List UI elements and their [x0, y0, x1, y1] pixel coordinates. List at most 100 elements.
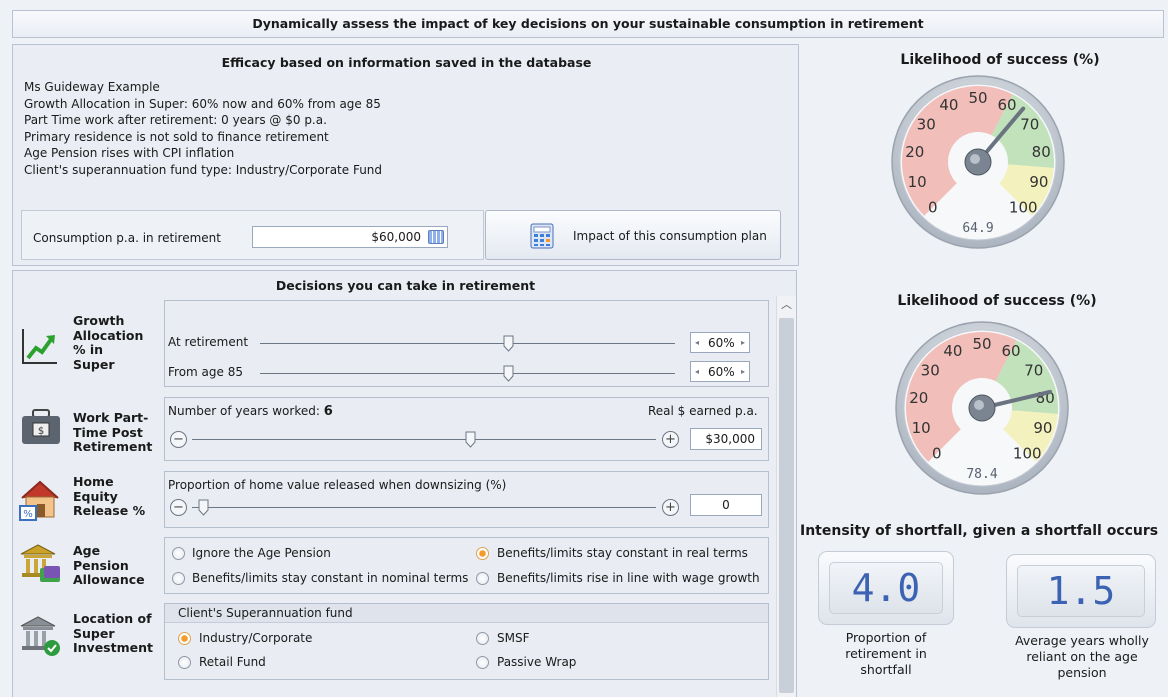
gauge-hub-shine — [970, 154, 980, 164]
shortfall-proportion-value: 4.0 — [829, 562, 943, 614]
consumption-value: $60,000 — [371, 230, 421, 244]
calculator-icon[interactable] — [428, 230, 444, 244]
location-wrap-radio[interactable] — [476, 656, 489, 669]
home-slider[interactable] — [198, 499, 209, 516]
location-smsf-label[interactable]: SMSF — [497, 631, 530, 645]
info-line: Client's superannuation fund type: Indus… — [24, 162, 383, 177]
from85-label: From age 85 — [168, 365, 243, 379]
gauge-tick-label: 40 — [943, 342, 962, 360]
plus-icon[interactable]: + — [662, 499, 679, 516]
info-line: Part Time work after retirement: 0 years… — [24, 113, 327, 127]
minus-icon[interactable]: − — [170, 499, 187, 516]
spin-right-icon[interactable]: ▸ — [737, 362, 749, 381]
impact-button-label: Impact of this consumption plan — [573, 229, 767, 243]
spin-left-icon[interactable]: ◂ — [691, 333, 703, 352]
gauge-tick-label: 10 — [912, 419, 931, 437]
home-value-input[interactable]: 0 — [690, 494, 762, 516]
gauge-tick-label: 60 — [1002, 342, 1021, 360]
decisions-title: Decisions you can take in retirement — [275, 278, 536, 293]
work-slider[interactable] — [465, 431, 476, 448]
gauge-tick-label: 60 — [998, 96, 1017, 114]
gauge-tick-label: 100 — [1013, 444, 1042, 462]
impact-button[interactable]: Impact of this consumption plan — [485, 210, 781, 260]
info-line: Growth Allocation in Super: 60% now and … — [24, 96, 381, 111]
shortfall-years-caption: Average years wholly reliant on the age … — [1015, 633, 1149, 680]
info-line: Ms Guideway Example — [24, 80, 160, 94]
location-group-label: Client's Superannuation fund — [178, 606, 353, 620]
decisions-scrollbar[interactable]: ︿ — [776, 296, 796, 697]
pension-wage-label[interactable]: Benefits/limits rise in line with wage g… — [497, 571, 760, 585]
pension-real-radio[interactable] — [476, 547, 489, 560]
scroll-thumb[interactable] — [779, 318, 794, 693]
pension-ignore-label[interactable]: Ignore the Age Pension — [192, 546, 331, 560]
home-track — [192, 507, 656, 508]
pension-real-label[interactable]: Benefits/limits stay constant in real te… — [497, 546, 748, 560]
from85-spinner[interactable]: ◂ 60% ▸ — [690, 361, 750, 382]
pension-wage-radio[interactable] — [476, 572, 489, 585]
svg-text:$: $ — [38, 426, 44, 437]
svg-text:%: % — [23, 509, 33, 520]
pension-label: Age Pension Allowance — [73, 543, 145, 587]
pension-nominal-label[interactable]: Benefits/limits stay constant in nominal… — [192, 571, 468, 585]
location-retail-radio[interactable] — [178, 656, 191, 669]
pension-building-icon — [20, 544, 60, 582]
growth-label: Growth Allocation% in Super — [73, 313, 144, 372]
bank-check-icon — [20, 616, 60, 656]
location-retail-label[interactable]: Retail Fund — [199, 655, 266, 669]
location-industry-radio[interactable] — [178, 632, 191, 645]
gauge1-title: Likelihood of success (%) — [900, 52, 1100, 68]
gauge-tick-label: 70 — [1020, 115, 1039, 133]
at-retirement-spinner[interactable]: ◂ 60% ▸ — [690, 332, 750, 353]
gauge-tick-label: 100 — [1009, 198, 1038, 216]
earned-input[interactable]: $30,000 — [690, 428, 762, 450]
at-retirement-slider[interactable] — [503, 335, 514, 352]
pension-nominal-radio[interactable] — [172, 572, 185, 585]
gauge-tick-label: 50 — [972, 335, 991, 353]
gauge-readout: 64.9 — [962, 221, 993, 236]
plus-icon[interactable]: + — [662, 431, 679, 448]
shortfall-years-display: 1.5 — [1006, 554, 1156, 628]
shortfall-proportion-caption: Proportion of retirement in shortfall — [845, 630, 927, 677]
shortfall-proportion-display: 4.0 — [818, 551, 954, 625]
spin-right-icon[interactable]: ▸ — [737, 333, 749, 352]
years-worked-text: Number of years worked: — [168, 404, 320, 418]
consumption-label: Consumption p.a. in retirement — [33, 231, 221, 245]
gauge-tick-label: 30 — [917, 115, 936, 133]
at-retirement-value: 60% — [708, 336, 735, 350]
scroll-up-icon[interactable]: ︿ — [781, 296, 792, 312]
gauge-tick-label: 10 — [908, 173, 927, 191]
gauge-tick-label: 0 — [928, 198, 938, 216]
location-wrap-label[interactable]: Passive Wrap — [497, 655, 576, 669]
shortfall-title: Intensity of shortfall, given a shortfal… — [800, 523, 1159, 539]
house-icon: % — [19, 480, 59, 521]
consumption-input[interactable]: $60,000 — [252, 226, 448, 248]
efficacy-panel: Efficacy based on information saved in t… — [12, 44, 799, 266]
pension-ignore-radio[interactable] — [172, 547, 185, 560]
gauge-readout: 78.4 — [966, 467, 997, 482]
efficacy-title: Efficacy based on information saved in t… — [221, 55, 592, 70]
page-header: Dynamically assess the impact of key dec… — [12, 10, 1164, 38]
gauge-tick-label: 80 — [1032, 143, 1051, 161]
spin-left-icon[interactable]: ◂ — [691, 362, 703, 381]
gauge-tick-label: 20 — [905, 143, 924, 161]
at-retirement-track — [260, 343, 675, 344]
work-label: Work Part- Time Post Retirement — [73, 410, 153, 454]
earned-value: $30,000 — [705, 432, 755, 446]
gauge-tick-label: 50 — [968, 89, 987, 107]
location-smsf-radio[interactable] — [476, 632, 489, 645]
gauge-hub-shine — [974, 400, 984, 410]
gauge-tick-label: 40 — [939, 96, 958, 114]
gauge-tick-label: 30 — [921, 361, 940, 379]
home-label: Home Equity Release % — [73, 474, 146, 518]
from85-slider[interactable] — [503, 365, 514, 382]
likelihood-gauge-2: 010203040 50 6070809010078.4 — [895, 321, 1069, 495]
minus-icon[interactable]: − — [170, 431, 187, 448]
from85-track — [260, 373, 675, 374]
years-worked-value: 6 — [323, 404, 333, 419]
years-worked-label: Number of years worked: 6 — [168, 404, 333, 419]
briefcase-icon: $ — [22, 409, 60, 444]
home-value: 0 — [722, 498, 730, 512]
likelihood-gauge-1: 010 20 3040 50 6070 80 90 100 64.9 — [891, 75, 1065, 249]
shortfall-years-value: 1.5 — [1017, 565, 1145, 617]
location-industry-label[interactable]: Industry/Corporate — [199, 631, 312, 645]
